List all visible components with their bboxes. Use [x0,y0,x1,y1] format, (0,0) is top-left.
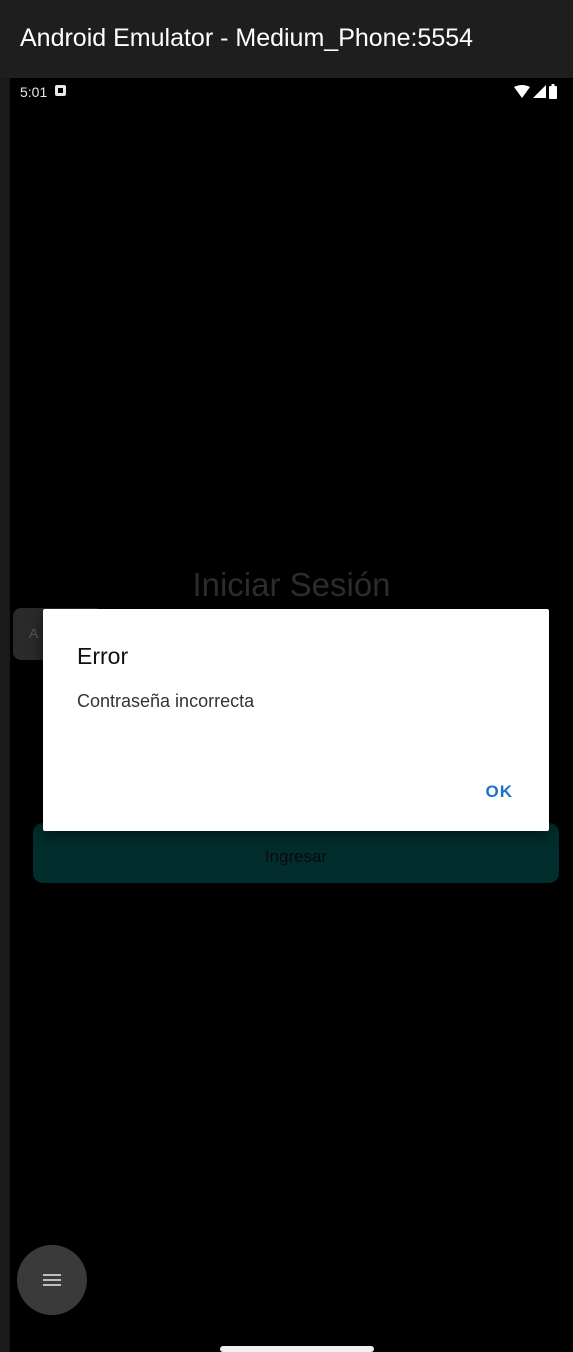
emulator-window: Android Emulator - Medium_Phone:5554 5:0… [0,0,573,1352]
login-button-label: Ingresar [264,847,328,866]
gesture-nav-handle[interactable] [220,1346,374,1352]
dialog-message: Contraseña incorrecta [77,691,255,711]
menu-fab[interactable] [17,1245,87,1315]
login-button[interactable]: Ingresar [33,823,559,883]
dialog-title: Error [77,643,129,669]
window-title: Android Emulator - Medium_Phone:5554 [20,24,474,52]
dialog-ok-button[interactable]: OK [486,782,514,802]
device-screen: 5:01 Iniciar Sesión A Ingresar Error Con… [10,78,573,1352]
status-bar: 5:01 [10,78,573,104]
status-icons [514,83,557,99]
page-title: Iniciar Sesión [192,566,391,603]
username-field-text: A [29,625,39,641]
signal-icon [533,84,546,98]
window-titlebar: Android Emulator - Medium_Phone:5554 [0,0,573,78]
menu-icon [43,1274,61,1286]
wifi-icon [514,84,530,98]
error-dialog: Error Contraseña incorrecta OK [43,609,549,831]
a-icon [55,85,66,96]
battery-icon [549,83,557,99]
status-time: 5:01 [20,84,48,100]
